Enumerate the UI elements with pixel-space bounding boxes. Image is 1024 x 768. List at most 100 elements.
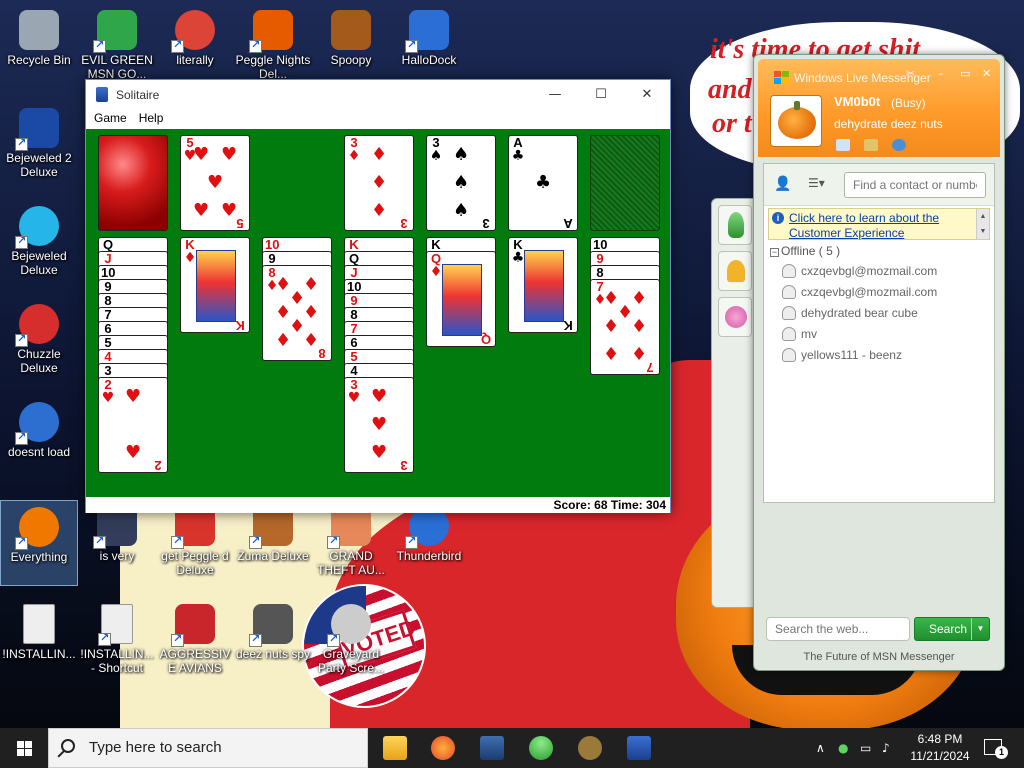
game-table[interactable]: 5♥5♥♥♥♥♥3♦3♦♦♦3♠3♠♠♠A♣A♣Q♠J♥10♠9♣8♠7♣6♠5… [86,129,670,497]
card-rank-inverted: 3 [400,458,408,473]
msn-minimize-button[interactable]: – [938,67,944,80]
solitaire-window[interactable]: Solitaire — ☐ ✕ Game Help 5 ♥ 5 ♥ ♥ ♥ ♥ ♥ 3 ♦ 3 ♦ ♦ ♦… [85,79,671,513]
card-pip: ♥ [371,386,388,407]
display-name[interactable]: VM0b0t [834,94,880,109]
msn-maximize-button[interactable]: ▭ [960,67,970,80]
tray-chevron-icon[interactable]: ∧ [816,728,825,768]
card-3-♥[interactable]: 3 ♥ 3 ♥ ♥ ♥ [344,377,414,473]
search-options-dropdown[interactable]: ▼ [971,618,989,640]
desktop-icon-evil-green-msn[interactable]: EVIL GREEN MSN GO... [78,4,156,90]
card-5-♥[interactable]: 5 ♥ 5 ♥ ♥ ♥ ♥ ♥ [180,135,250,231]
desktop-icon-angry-birds[interactable]: AGGRESSIVE AVIANS [156,598,234,684]
card-Q-♦[interactable]: Q ♦ Q [426,251,496,347]
money-bag-icon[interactable] [578,736,602,760]
list-options-icon[interactable]: ☰▾ [808,176,836,194]
notifications-icon[interactable]: 1 [984,739,1008,759]
app-window-icon[interactable] [480,736,504,760]
customer-experience-link[interactable]: Click here to learn about the Customer E… [789,211,969,241]
clock[interactable]: 6:48 PM 11/21/2024 [904,731,976,765]
close-button[interactable]: ✕ [624,80,670,109]
globe-icon[interactable] [892,139,906,151]
taskbar-search-box[interactable]: Type here to search [48,728,368,768]
installer-shortcut-icon [98,604,133,646]
search-button[interactable]: Search ▼ [914,617,990,641]
menu-game[interactable]: Game [88,109,133,129]
clock-time: 6:48 PM [917,732,963,746]
score-time-status: Score: 68 Time: 304 [86,497,670,513]
msn-tray-icon[interactable]: ● [838,728,848,768]
card-K-♦[interactable]: K ♦ K [180,237,250,333]
foundation-empty-slot[interactable] [590,135,660,231]
offline-buddy-icon [782,306,796,320]
status-dropdown[interactable]: (Busy) [891,96,926,110]
minimize-button[interactable]: — [532,80,578,109]
desktop-icon-graveyard[interactable]: Graveyard Party Scre... [312,598,390,684]
stock-pile-card-back[interactable] [98,135,168,231]
desktop-icon-everything[interactable]: Everything [0,500,78,586]
file-explorer-icon[interactable] [383,736,407,760]
desktop-icon-chuzzle[interactable]: Chuzzle Deluxe [0,298,78,384]
hallodock-icon [405,10,449,53]
solitaire-taskbar-icon[interactable] [627,736,651,760]
desktop-icon-spoopy-folder[interactable]: Spoopy [312,4,390,90]
card-rank-inverted: 3 [400,216,408,231]
notice-scrollbar[interactable]: ▲ ▼ [976,209,989,239]
desktop-icon-bejeweled[interactable]: Bejeweled Deluxe [0,200,78,286]
spaces-icon[interactable] [864,139,878,151]
desktop-icon-hallodock[interactable]: HalloDock [390,4,468,90]
collapse-icon[interactable]: − [770,248,779,257]
desktop-icon-peggle-nights[interactable]: Peggle Nights Del... [234,4,312,90]
solitaire-title-bar[interactable]: Solitaire — ☐ ✕ [86,80,670,109]
start-button[interactable] [0,728,48,768]
contact-item[interactable]: yellows111 - beenz [782,348,902,362]
card-pip: ♥ [207,172,224,193]
contact-item[interactable]: cxzqevbgl@mozmail.com [782,285,937,299]
messenger-window[interactable]: Windows Live Messenger ✂ – ▭ ✕ VM0b0t (B… [753,54,1005,671]
card-3-♦[interactable]: 3 ♦ 3 ♦ ♦ ♦ [344,135,414,231]
card-A-♣[interactable]: A ♣ A ♣ [508,135,578,231]
firefox-icon[interactable] [431,736,455,760]
desktop-icon-spy[interactable]: deez nuts spy [234,598,312,684]
offline-group-header[interactable]: − Offline ( 5 ) [770,244,840,258]
offline-buddy-icon [782,264,796,278]
add-contact-icon[interactable]: 👤 [774,176,796,194]
volume-icon[interactable]: ♪ [882,728,890,768]
card-pip: ♥ [125,386,142,407]
maximize-button[interactable]: ☐ [578,80,624,109]
contacts-tab[interactable] [718,205,752,245]
msn-messenger-icon[interactable] [529,736,553,760]
contact-item[interactable]: mv [782,327,817,341]
network-icon[interactable]: ▭ [860,728,871,768]
desktop-icon-chrome[interactable]: literally [156,4,234,90]
desktop-icon-label: is very [99,549,135,563]
shortcut-arrow-icon [405,38,418,53]
card-8-♦[interactable]: 8 ♦ 8 ♦ ♦ ♦ ♦ ♦ ♦ ♦ ♦ [262,265,332,361]
alerts-tab[interactable] [718,251,752,291]
desktop-icon-label: Chuzzle Deluxe [17,347,61,375]
web-search-input[interactable] [766,617,910,641]
desktop-icon-thunderbird[interactable]: doesnt load [0,396,78,482]
msn-close-button[interactable]: ✕ [982,67,991,80]
desktop-icon-recycle-bin[interactable]: Recycle Bin [0,4,78,90]
find-contact-input[interactable] [844,172,986,198]
contact-item[interactable]: dehydrated bear cube [782,306,918,320]
card-7-♦[interactable]: 7 ♦ 7 ♦ ♦ ♦ ♦ ♦ ♦ ♦ [590,279,660,375]
tools-icon[interactable]: ✂ [906,67,915,80]
personal-message[interactable]: dehydrate deez nuts [834,117,943,131]
mail-icon[interactable] [836,139,850,151]
desktop-icon-label: Bejeweled 2 Deluxe [6,151,72,179]
display-picture-avatar[interactable] [770,95,822,147]
contact-item[interactable]: cxzqevbgl@mozmail.com [782,264,937,278]
shortcut-arrow-icon [15,430,28,445]
card-suit-icon: ♥ [101,390,115,406]
card-3-♠[interactable]: 3 ♠ 3 ♠ ♠ ♠ [426,135,496,231]
menu-help[interactable]: Help [133,109,170,129]
emoticons-tab[interactable] [718,297,752,337]
clock-date: 11/21/2024 [910,749,970,763]
card-K-♣[interactable]: K ♣ K [508,237,578,333]
card-2-♥[interactable]: 2 ♥ 2 ♥ ♥ [98,377,168,473]
contact-name: cxzqevbgl@mozmail.com [801,264,938,278]
desktop-icon-bejeweled-2[interactable]: Bejeweled 2 Deluxe [0,102,78,188]
desktop-icon-installer-text[interactable]: !INSTALLIN... [0,598,78,684]
desktop-icon-installer-shortcut[interactable]: !INSTALLIN... - Shortcut [78,598,156,684]
